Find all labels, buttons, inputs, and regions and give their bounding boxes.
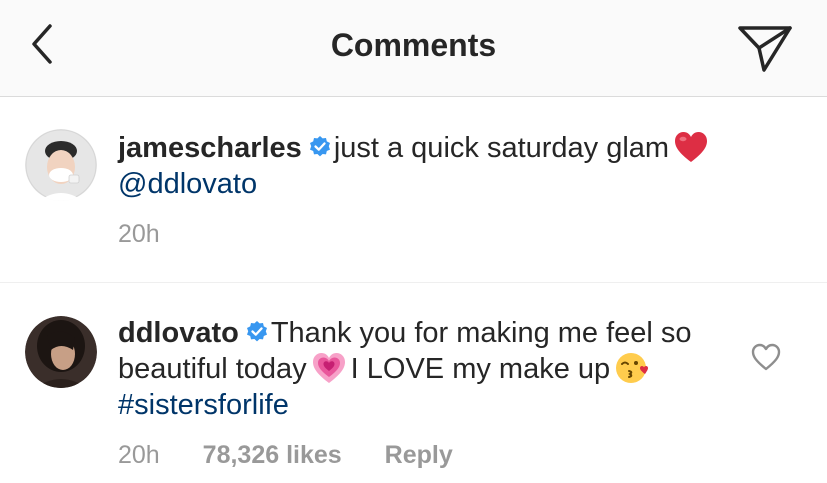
profile-picture [25,316,97,388]
page-title: Comments [330,27,497,63]
comment-text: just a quick saturday glam [333,132,670,164]
avatar[interactable] [25,129,97,201]
likes-count[interactable]: 78,326 likes [203,441,342,469]
comments-header: Comments [0,0,827,97]
mention-link[interactable]: @ddlovato [118,168,257,200]
profile-picture [25,129,97,201]
username[interactable]: jamescharles [118,132,302,164]
kissing-face-emoji-icon [616,353,649,383]
comment-meta: 20h 78,326 likes Reply [118,441,489,470]
avatar[interactable] [25,316,97,388]
reply-button[interactable]: Reply [385,441,453,469]
comment-item: ddlovato Thank you for making me feel so… [0,284,827,483]
username[interactable]: ddlovato [118,317,239,349]
heart-outline-icon [751,343,781,371]
comment-text: I LOVE my make up [350,353,611,385]
timestamp: 20h [118,220,160,248]
like-button[interactable] [750,342,782,372]
comment-meta: 20h [118,220,196,249]
caption-comment: jamescharles just a quick saturday glam … [0,98,827,283]
timestamp: 20h [118,441,160,469]
paper-plane-icon [738,26,792,72]
comment-body: ddlovato Thank you for making me feel so… [118,315,718,423]
hashtag-link[interactable]: #sistersforlife [118,389,289,421]
sparkling-heart-emoji-icon [312,353,345,383]
red-heart-emoji-icon [675,132,708,162]
comment-body: jamescharles just a quick saturday glam … [118,130,718,202]
verified-badge-icon [309,136,330,157]
share-button[interactable] [734,20,794,76]
verified-badge-icon [246,321,267,342]
